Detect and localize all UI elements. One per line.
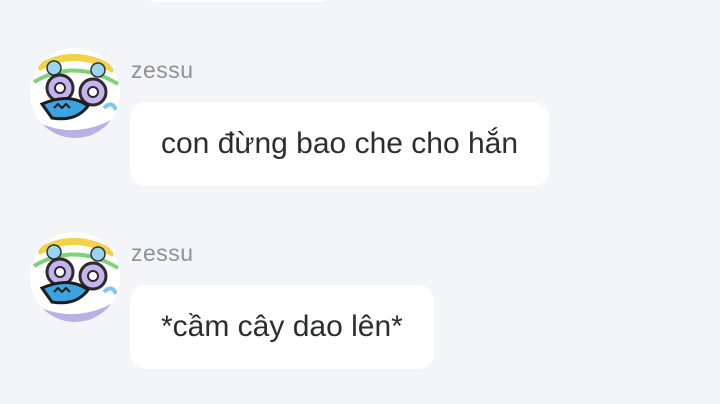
message-username[interactable]: zessu — [131, 240, 194, 267]
previous-message-bubble — [140, 0, 335, 2]
user-avatar[interactable] — [30, 232, 120, 322]
message-bubble[interactable]: con đừng bao che cho hắn — [130, 102, 550, 186]
message-username[interactable]: zessu — [131, 57, 194, 84]
user-avatar[interactable] — [30, 48, 120, 138]
cartoon-face-avatar-icon — [30, 48, 120, 138]
message-bubble[interactable]: *cầm cây dao lên* — [130, 285, 434, 369]
cartoon-face-avatar-icon — [30, 232, 120, 322]
